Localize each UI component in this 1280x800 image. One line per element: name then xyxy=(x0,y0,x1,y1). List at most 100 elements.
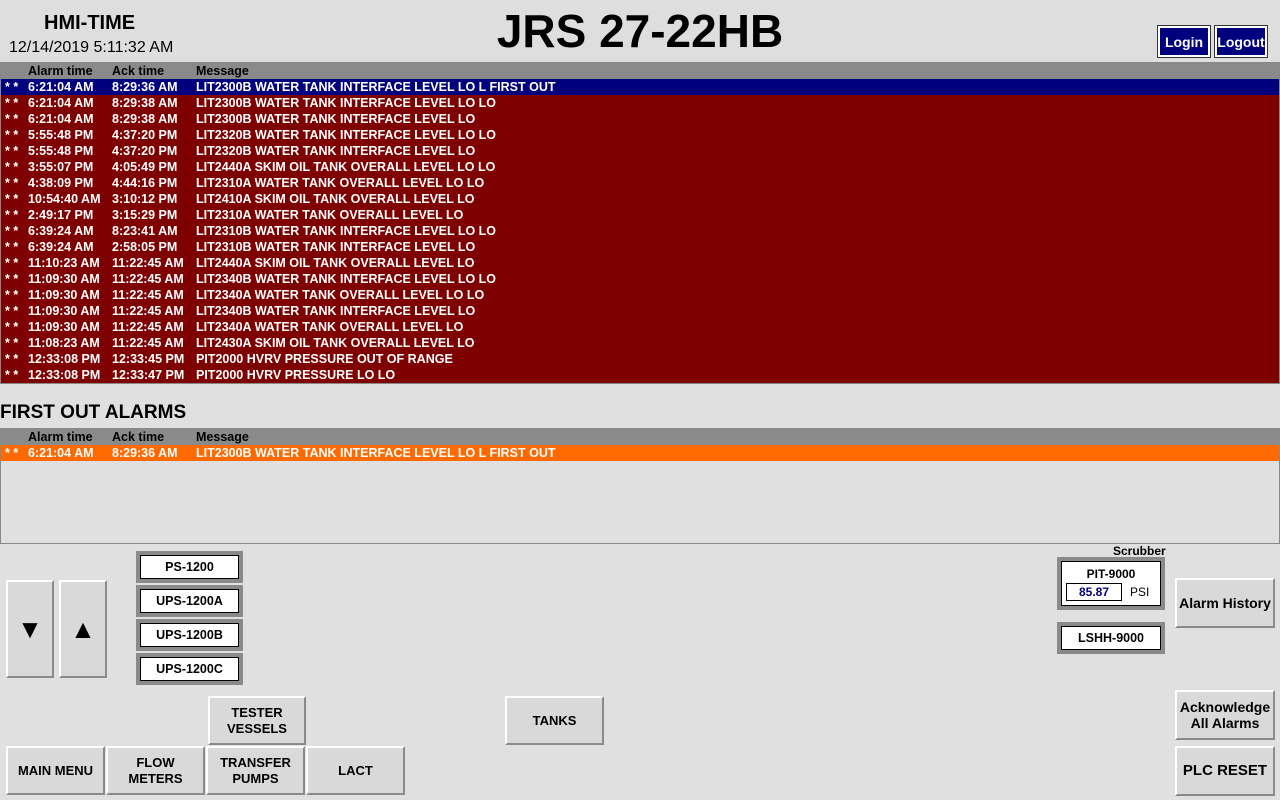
ack-time-cell: 8:29:36 AM xyxy=(112,80,178,94)
arrow-up-icon: ▲ xyxy=(70,614,96,644)
alarm-row[interactable]: * * 6:39:24 AM 2:58:05 PM LIT2310B WATER TA… xyxy=(1,239,1279,255)
alarm-history-button[interactable]: Alarm History xyxy=(1175,578,1275,628)
alarm-marker: * * xyxy=(5,336,19,350)
alarm-row[interactable]: * * 11:09:30 AM 11:22:45 AM LIT2340A WATER … xyxy=(1,287,1279,303)
alarm-row[interactable]: * * 12:33:08 PM 12:33:47 PM PIT2000 HVRV PR… xyxy=(1,367,1279,383)
alarm-marker: * * xyxy=(5,112,19,126)
alarm-message-cell: LIT2440A SKIM OIL TANK OVERALL LEVEL LO xyxy=(196,256,475,270)
column-header-ack-time: Ack time xyxy=(112,430,165,444)
alarm-row[interactable]: * * 11:09:30 AM 11:22:45 AM LIT2340B WATER … xyxy=(1,303,1279,319)
alarm-rows: * * 6:21:04 AM 8:29:36 AM LIT2300B WATER TA… xyxy=(1,79,1279,383)
flow-meters-button[interactable]: FLOW METERS xyxy=(106,746,205,795)
plc-reset-button[interactable]: PLC RESET xyxy=(1175,746,1275,796)
alarm-row[interactable]: * * 11:09:30 AM 11:22:45 AM LIT2340A WATER … xyxy=(1,319,1279,335)
ups-1200b-button[interactable]: UPS-1200B xyxy=(136,619,243,651)
alarm-row[interactable]: * * 6:21:04 AM 8:29:36 AM LIT2300B WATER TA… xyxy=(1,79,1279,95)
transfer-pumps-button[interactable]: TRANSFER PUMPS xyxy=(206,746,305,795)
column-header-message: Message xyxy=(196,64,249,78)
ack-time-cell: 11:22:45 AM xyxy=(112,256,184,270)
alarm-time-cell: 5:55:48 PM xyxy=(28,144,94,158)
login-button[interactable]: Login xyxy=(1158,26,1210,57)
alarm-time-cell: 4:38:09 PM xyxy=(28,176,94,190)
site-title: JRS 27-22HB xyxy=(496,5,784,57)
alarm-time-cell: 6:39:24 AM xyxy=(28,240,94,254)
alarm-message-cell: LIT2300B WATER TANK INTERFACE LEVEL LO L… xyxy=(196,96,497,110)
lshh-9000-label: LSHH-9000 xyxy=(1061,626,1161,650)
alarm-time-cell: 6:21:04 AM xyxy=(28,80,94,94)
alarm-time-cell: 3:55:07 PM xyxy=(28,160,94,174)
alarm-marker: * * xyxy=(5,208,19,222)
alarm-row[interactable]: * * 3:55:07 PM 4:05:49 PM LIT2440A SKIM OIL… xyxy=(1,159,1279,175)
ack-time-cell: 12:33:45 PM xyxy=(112,352,185,366)
ps-1200-button[interactable]: PS-1200 xyxy=(136,551,243,583)
ack-time-cell: 11:22:45 AM xyxy=(112,304,184,318)
main-menu-button[interactable]: MAIN MENU xyxy=(6,746,105,795)
alarm-marker: * * xyxy=(5,160,19,174)
first-out-rows: * * 6:21:04 AM 8:29:36 AM LIT2300B WATER TA… xyxy=(1,445,1279,461)
alarm-marker: * * xyxy=(5,256,19,270)
ack-time-cell: 4:37:20 PM xyxy=(112,144,178,158)
alarm-table-header: Alarm time Ack time Message xyxy=(1,63,1279,79)
alarm-message-cell: LIT2310B WATER TANK INTERFACE LEVEL LO L… xyxy=(196,224,497,238)
alarm-row[interactable]: * * 11:08:23 AM 11:22:45 AM LIT2430A SKIM O… xyxy=(1,335,1279,351)
scrubber-label: Scrubber xyxy=(1113,544,1166,558)
scroll-up-button[interactable]: ▲ xyxy=(59,580,107,678)
scroll-down-button[interactable]: ▼ xyxy=(6,580,54,678)
ups-1200b-label: UPS-1200B xyxy=(140,623,239,647)
pit-9000-panel[interactable]: PIT-9000 85.87 PSI xyxy=(1057,557,1165,610)
pit-9000-unit: PSI xyxy=(1130,585,1150,599)
ack-time-cell: 8:23:41 AM xyxy=(112,224,178,238)
tanks-button[interactable]: TANKS xyxy=(505,696,604,745)
alarm-marker: * * xyxy=(5,176,19,190)
alarm-time-cell: 10:54:40 AM xyxy=(28,192,101,206)
ack-time-cell: 4:05:49 PM xyxy=(112,160,178,174)
tester-vessels-button[interactable]: TESTER VESSELS xyxy=(208,696,306,745)
alarm-row[interactable]: * * 11:09:30 AM 11:22:45 AM LIT2340B WATER … xyxy=(1,271,1279,287)
alarm-row[interactable]: * * 6:39:24 AM 8:23:41 AM LIT2310B WATER TA… xyxy=(1,223,1279,239)
alarm-message-cell: LIT2310B WATER TANK INTERFACE LEVEL LO xyxy=(196,240,476,254)
lshh-9000-button[interactable]: LSHH-9000 xyxy=(1057,622,1165,654)
ups-1200c-label: UPS-1200C xyxy=(140,657,239,681)
ack-time-cell: 3:15:29 PM xyxy=(112,208,178,222)
alarm-time-cell: 11:09:30 AM xyxy=(28,320,100,334)
acknowledge-all-alarms-button[interactable]: Acknowledge All Alarms xyxy=(1175,690,1275,740)
ups-1200a-button[interactable]: UPS-1200A xyxy=(136,585,243,617)
alarm-marker: * * xyxy=(5,224,19,238)
alarm-message-cell: PIT2000 HVRV PRESSURE OUT OF RANGE xyxy=(196,352,453,366)
lact-button[interactable]: LACT xyxy=(306,746,405,795)
alarm-message-cell: LIT2340B WATER TANK INTERFACE LEVEL LO xyxy=(196,304,476,318)
alarm-time-cell: 6:21:04 AM xyxy=(28,96,94,110)
alarm-row[interactable]: * * 10:54:40 AM 3:10:12 PM LIT2410A SKIM OI… xyxy=(1,191,1279,207)
alarm-message-cell: LIT2300B WATER TANK INTERFACE LEVEL LO L… xyxy=(196,80,556,94)
alarm-message-cell: LIT2310A WATER TANK OVERALL LEVEL LO LO xyxy=(196,176,485,190)
alarm-marker: * * xyxy=(5,96,19,110)
column-header-alarm-time: Alarm time xyxy=(28,64,93,78)
alarm-message-cell: LIT2320B WATER TANK INTERFACE LEVEL LO xyxy=(196,144,476,158)
ack-time-cell: 11:22:45 AM xyxy=(112,320,184,334)
pit-9000-inner: PIT-9000 85.87 PSI xyxy=(1061,561,1161,606)
alarm-row[interactable]: * * 5:55:48 PM 4:37:20 PM LIT2320B WATER TA… xyxy=(1,127,1279,143)
alarm-time-cell: 11:09:30 AM xyxy=(28,272,100,286)
pit-9000-value: 85.87 xyxy=(1066,583,1122,601)
alarm-summary-table[interactable]: Alarm time Ack time Message * * 6:21:04 A… xyxy=(0,62,1280,384)
alarm-marker: * * xyxy=(5,288,19,302)
alarm-row[interactable]: * * 4:38:09 PM 4:44:16 PM LIT2310A WATER TA… xyxy=(1,175,1279,191)
ack-time-cell: 3:10:12 PM xyxy=(112,192,178,206)
alarm-message-cell: LIT2320B WATER TANK INTERFACE LEVEL LO L… xyxy=(196,128,497,142)
alarm-row[interactable]: * * 5:55:48 PM 4:37:20 PM LIT2320B WATER TA… xyxy=(1,143,1279,159)
ups-1200c-button[interactable]: UPS-1200C xyxy=(136,653,243,685)
ps-1200-label: PS-1200 xyxy=(140,555,239,579)
logout-button[interactable]: Logout xyxy=(1215,26,1267,57)
alarm-message-cell: LIT2410A SKIM OIL TANK OVERALL LEVEL LO xyxy=(196,192,475,206)
column-header-ack-time: Ack time xyxy=(112,64,165,78)
alarm-row[interactable]: * * 12:33:08 PM 12:33:45 PM PIT2000 HVRV PR… xyxy=(1,351,1279,367)
alarm-row[interactable]: * * 6:21:04 AM 8:29:36 AM LIT2300B WATER TA… xyxy=(1,445,1279,461)
alarm-marker: * * xyxy=(5,128,19,142)
alarm-row[interactable]: * * 6:21:04 AM 8:29:38 AM LIT2300B WATER TA… xyxy=(1,95,1279,111)
alarm-marker: * * xyxy=(5,80,19,94)
first-out-table[interactable]: Alarm time Ack time Message * * 6:21:04 A… xyxy=(0,428,1280,544)
alarm-row[interactable]: * * 11:10:23 AM 11:22:45 AM LIT2440A SKIM O… xyxy=(1,255,1279,271)
alarm-row[interactable]: * * 2:49:17 PM 3:15:29 PM LIT2310A WATER TA… xyxy=(1,207,1279,223)
hmi-datetime: 12/14/2019 5:11:32 AM xyxy=(9,39,174,56)
alarm-row[interactable]: * * 6:21:04 AM 8:29:38 AM LIT2300B WATER TA… xyxy=(1,111,1279,127)
